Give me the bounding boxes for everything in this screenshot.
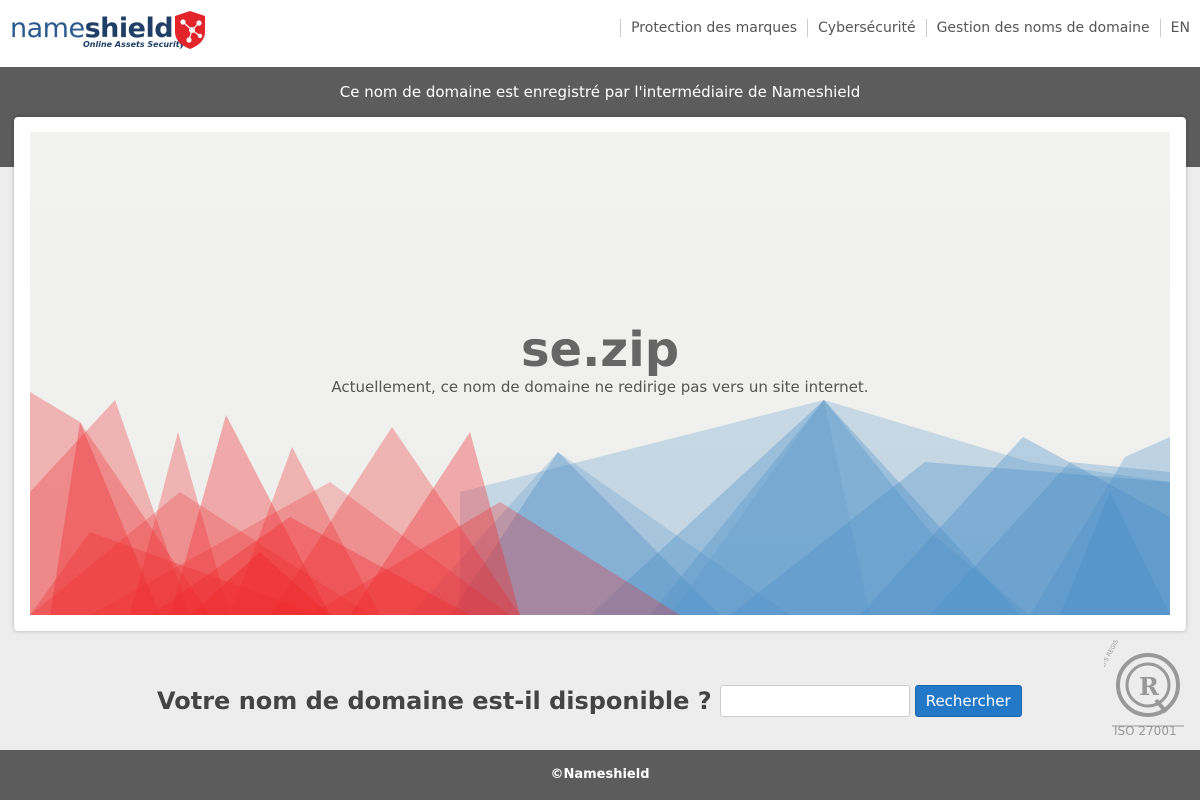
search-button[interactable]: Rechercher <box>914 685 1022 717</box>
domain-search-input[interactable] <box>719 685 910 717</box>
language-switch-en[interactable]: EN <box>1159 19 1190 37</box>
top-bar: nameshield Online Assets Security Protec… <box>0 0 1200 67</box>
nameshield-logo[interactable]: nameshield Online Assets Security <box>10 10 210 52</box>
logo-prefix: name <box>10 13 85 44</box>
domain-name-title: se.zip <box>520 322 680 378</box>
svg-text:R: R <box>1139 672 1160 701</box>
domain-status-text: Actuellement, ce nom de domaine ne redir… <box>331 378 869 396</box>
search-question: Votre nom de domaine est-il disponible ? <box>157 687 712 715</box>
nav-item-protection-marques[interactable]: Protection des marques <box>620 19 807 37</box>
banner-text: Ce nom de domaine est enregistré par l'i… <box>339 83 861 101</box>
nav-item-gestion-domaines[interactable]: Gestion des noms de domaine <box>925 19 1160 37</box>
footer-copyright: ©Nameshield <box>550 767 650 782</box>
iso-label: ISO 27001 <box>1114 724 1177 738</box>
nav-item-cybersecurite[interactable]: Cybersécurité <box>807 19 926 37</box>
logo-tagline: Online Assets Security <box>83 40 185 49</box>
hero-panel: se.zip Actuellement, ce nom de domaine n… <box>30 132 1170 615</box>
shield-icon <box>175 11 205 49</box>
footer: ©Nameshield <box>0 750 1200 800</box>
main-nav: Protection des marques Cybersécurité Ges… <box>620 19 1190 37</box>
domain-search-form: Votre nom de domaine est-il disponible ?… <box>157 684 1022 718</box>
iso-certification-badge: R LLOYD'S REGISTER LRQA ISO 27001 <box>1093 611 1188 740</box>
parking-card: se.zip Actuellement, ce nom de domaine n… <box>14 117 1186 631</box>
